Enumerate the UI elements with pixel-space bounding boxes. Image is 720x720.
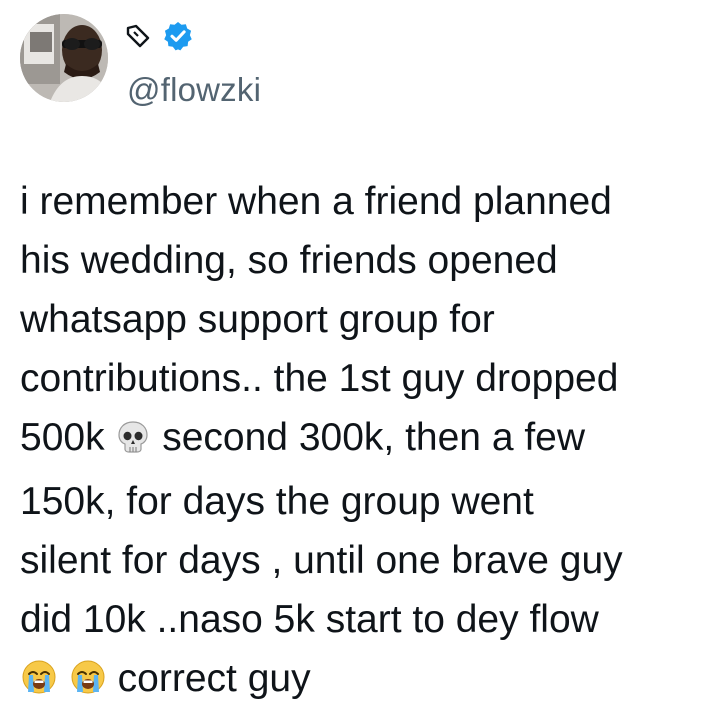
loudly-crying-face-emoji-icon [20, 654, 58, 713]
loudly-crying-face-emoji-icon [69, 654, 107, 713]
tweet-line: did 10k ..naso 5k start to dey flow [20, 590, 700, 649]
skull-emoji-icon [115, 413, 151, 472]
tweet-line: 150k, for days the group went [20, 472, 700, 531]
tweet-line-text: 150k, for days the group went [20, 480, 534, 523]
tweet-line: 500k second 300k, then a few [20, 408, 700, 472]
tweet-line-text: did 10k ..naso 5k start to dey flow [20, 598, 599, 641]
tweet-line: contributions.. the 1st guy dropped [20, 349, 700, 408]
tweet-line-text: silent for days , until one brave guy [20, 539, 623, 582]
tweet-line: his wedding, so friends opened [20, 231, 700, 290]
tweet-line: i remember when a friend planned [20, 172, 700, 231]
tweet-card: @flowzki i remember when a friend planne… [0, 0, 720, 720]
tweet-line: whatsapp support group for [20, 290, 700, 349]
author-avatar[interactable] [20, 14, 108, 102]
tweet-line-text: his wedding, so friends opened [20, 239, 558, 282]
author-name-row [124, 18, 194, 58]
tweet-line-text: i remember when a friend planned [20, 180, 612, 223]
tweet-body: i remember when a friend planned his wed… [20, 172, 700, 713]
tweet-line-text: second 300k, then a few [151, 416, 586, 459]
author-handle[interactable]: @flowzki [127, 70, 261, 110]
tweet-line-text: whatsapp support group for [20, 298, 495, 341]
tweet-line: correct guy [20, 649, 700, 713]
tweet-line-text: contributions.. the 1st guy dropped [20, 357, 619, 400]
pen-nib-icon [124, 22, 152, 55]
verified-badge-icon [162, 20, 194, 57]
tweet-line-text: correct guy [106, 657, 311, 700]
tweet-line-text: 500k [20, 416, 116, 459]
tweet-line: silent for days , until one brave guy [20, 531, 700, 590]
tweet-header: @flowzki [20, 12, 680, 108]
